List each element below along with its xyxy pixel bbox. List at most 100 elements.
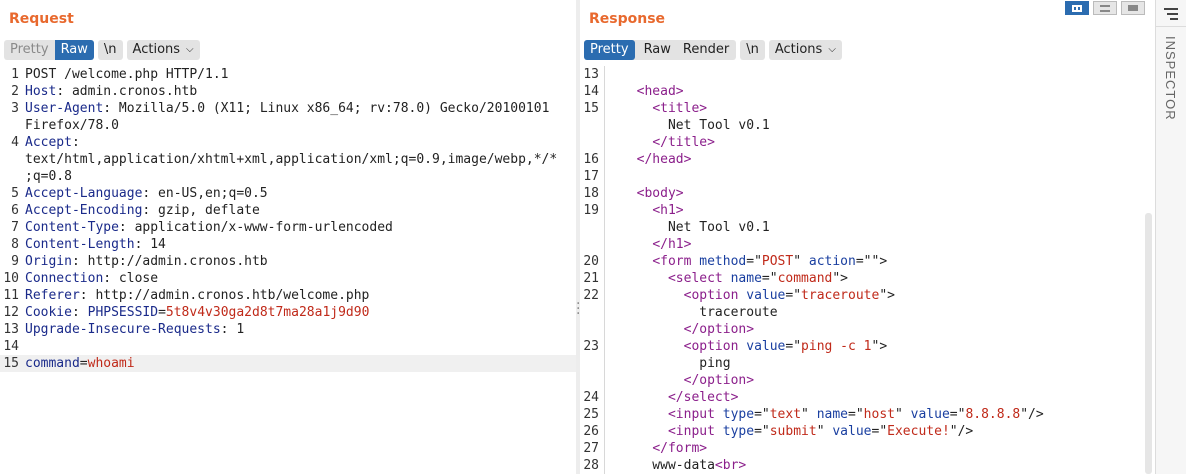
request-newline-toggle[interactable]: \n <box>97 40 123 60</box>
response-actions-button[interactable]: Actions ⌵ <box>768 40 842 60</box>
code-line: 27 </form> <box>580 440 1154 457</box>
code-token: type <box>722 407 755 422</box>
response-raw-tab[interactable]: Raw <box>639 40 676 60</box>
request-pretty-tab[interactable]: Pretty <box>4 40 55 60</box>
code-token: traceroute <box>621 305 778 320</box>
code-line: 8 Content-Length: 14 <box>0 236 576 253</box>
code-line: 11 Referer: http://admin.cronos.htb/welco… <box>0 287 576 304</box>
code-token: submit <box>769 424 817 439</box>
layout-single-button[interactable] <box>1121 1 1145 15</box>
code-line: 18 <body> <box>580 185 1154 202</box>
request-editor[interactable]: 1 POST /welcome.php HTTP/1.1 2 Host: admin.… <box>0 66 576 474</box>
line-code: ping <box>621 355 730 372</box>
layout-stacked-button[interactable] <box>1093 1 1117 15</box>
layout-toggles <box>1061 1 1145 15</box>
response-scrollbar[interactable] <box>1145 213 1152 474</box>
code-token: traceroute <box>801 288 880 303</box>
code-token: www-data <box>621 458 715 473</box>
line-code: </option> <box>621 321 754 338</box>
inspector-panel[interactable]: INSPECTOR <box>1155 0 1186 474</box>
code-line: 24 </select> <box>580 389 1154 406</box>
code-token: host <box>863 407 895 422</box>
request-toolbar: Pretty Raw \n Actions ⌵ <box>4 40 204 60</box>
code-line: 3 User-Agent: Mozilla/5.0 (X11; Linux x86… <box>0 100 576 117</box>
code-token: User-Agent <box>25 101 104 116</box>
code-token: PHPSESSID <box>87 305 159 320</box>
line-number: 25 <box>583 407 599 422</box>
code-token: = <box>79 356 88 371</box>
line-number: 15 <box>3 356 19 371</box>
line-code: Connection: close <box>25 270 158 287</box>
line-code: <body> <box>621 185 684 202</box>
code-line: 7 Content-Type: application/x-www-form-ur… <box>0 219 576 236</box>
code-token: "> <box>879 288 895 303</box>
code-line: 4 Accept: <box>0 134 576 151</box>
line-code: </h1> <box>621 236 691 253</box>
code-token: </form> <box>652 441 708 456</box>
code-line: ping <box>580 355 1154 372</box>
line-code: Accept-Language: en-US,en;q=0.5 <box>25 185 268 202</box>
inspector-label[interactable]: INSPECTOR <box>1163 36 1178 121</box>
response-editor[interactable]: 13 14 <head> 15 <title> Net Tool v0.1 </ti… <box>580 66 1154 474</box>
request-title: Request <box>9 11 74 27</box>
code-token: = <box>158 305 166 320</box>
code-token: text/html,application/xhtml+xml,applicat… <box>25 152 558 167</box>
response-newline-toggle[interactable]: \n <box>740 40 765 60</box>
code-token: <h1> <box>652 203 684 218</box>
line-code: Upgrade-Insecure-Requests: 1 <box>25 321 244 338</box>
line-code: <select name="command"> <box>621 270 848 287</box>
code-token: <option <box>683 288 747 303</box>
code-token: value <box>746 288 786 303</box>
line-number: 9 <box>11 254 19 269</box>
line-number: 27 <box>583 441 599 456</box>
line-code: <head> <box>621 83 684 100</box>
code-line: traceroute <box>580 304 1154 321</box>
code-token: value <box>832 424 872 439</box>
line-number: 12 <box>3 305 19 320</box>
line-number: 5 <box>11 186 19 201</box>
code-token: =" <box>785 339 802 354</box>
response-toolbar: Pretty Raw Render \n Actions ⌵ <box>584 40 846 60</box>
menu-icon[interactable] <box>1164 8 1178 23</box>
line-code: traceroute <box>621 304 778 321</box>
code-token: value <box>910 407 950 422</box>
line-code: <input type="text" name="host" value="8.… <box>621 406 1044 423</box>
code-line: 17 <box>580 168 1154 185</box>
line-code: POST /welcome.php HTTP/1.1 <box>25 66 229 83</box>
code-line: 14 <box>0 338 576 355</box>
response-view-toggle: Pretty Raw Render <box>584 40 737 60</box>
code-token: <input <box>667 424 723 439</box>
layout-side-by-side-button[interactable] <box>1065 1 1089 15</box>
response-render-tab[interactable]: Render <box>678 40 734 60</box>
code-line: 15 command=whoami <box>0 355 576 372</box>
line-code: command=whoami <box>25 355 135 372</box>
code-token: <input <box>667 407 723 422</box>
line-code: <option value="traceroute"> <box>621 287 895 304</box>
line-code: Host: admin.cronos.htb <box>25 83 197 100</box>
code-token: " <box>801 407 817 422</box>
code-line: 12 Cookie: PHPSESSID=5t8v4v30ga2d8t7ma28a… <box>0 304 576 321</box>
code-token: Net Tool v0.1 <box>621 220 770 235</box>
request-actions-button[interactable]: Actions ⌵ <box>126 40 200 60</box>
code-token: : 14 <box>134 237 166 252</box>
line-code: Firefox/78.0 <box>25 117 119 134</box>
line-number: 13 <box>3 322 19 337</box>
code-token: Referer <box>25 288 80 303</box>
response-pretty-tab[interactable]: Pretty <box>584 40 635 60</box>
code-line: 9 Origin: http://admin.cronos.htb <box>0 253 576 270</box>
code-token: <br> <box>714 458 747 473</box>
code-token: : application/x-www-form-urlencoded <box>118 220 393 235</box>
line-number: 10 <box>3 271 19 286</box>
code-token: whoami <box>87 356 135 371</box>
code-token: name <box>816 407 849 422</box>
code-token: Connection <box>25 271 104 286</box>
code-token: <option <box>683 339 747 354</box>
request-raw-tab[interactable]: Raw <box>54 40 94 60</box>
